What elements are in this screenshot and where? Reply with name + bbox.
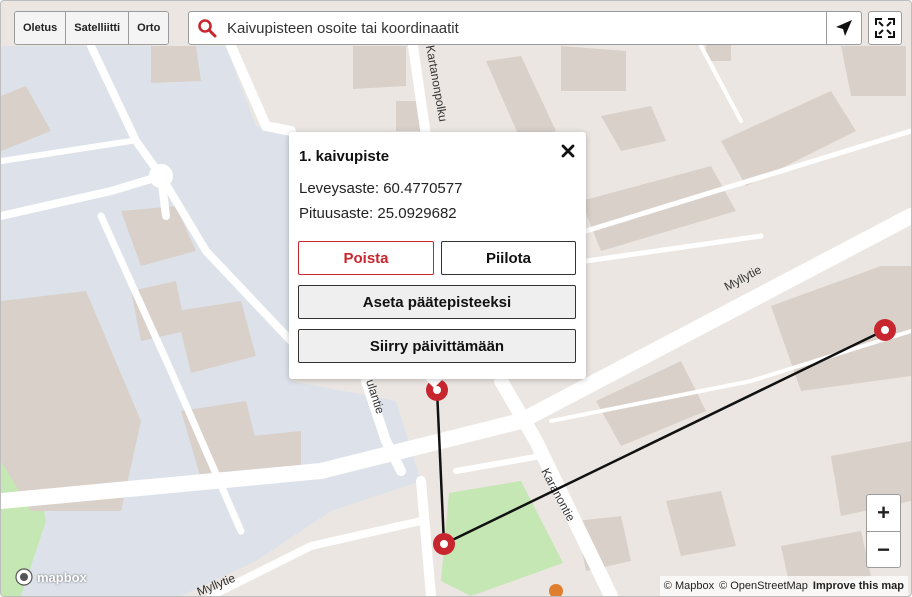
roundabout xyxy=(149,164,173,188)
zoom-out-button[interactable]: − xyxy=(867,532,900,567)
zoom-in-button[interactable]: + xyxy=(867,495,900,532)
move-update-button[interactable]: Siirry päivittämään xyxy=(298,329,576,363)
style-ortho-button[interactable]: Orto xyxy=(129,12,169,44)
search-icon xyxy=(198,19,217,38)
map-container: Kartanonpolku Myllytie Karanontie ulanti… xyxy=(0,0,912,597)
map-style-switcher: Oletus Satelliitti Orto xyxy=(14,11,170,45)
zoom-control: + − xyxy=(866,494,901,568)
longitude-text: Pituusaste: 25.0929682 xyxy=(299,205,457,222)
delete-button[interactable]: Poista xyxy=(298,241,434,275)
fullscreen-button[interactable] xyxy=(868,11,902,45)
latitude-text: Leveysaste: 60.4770577 xyxy=(299,180,463,197)
poi-icon xyxy=(549,584,563,596)
improve-map-link[interactable]: Improve this map xyxy=(813,580,904,592)
attribution: © Mapbox © OpenStreetMap Improve this ma… xyxy=(659,576,908,596)
mapbox-attribution-link[interactable]: © Mapbox xyxy=(664,580,714,592)
search-input[interactable] xyxy=(225,12,819,44)
style-satellite-button[interactable]: Satelliitti xyxy=(66,12,130,44)
search-bar xyxy=(188,11,862,45)
fullscreen-icon xyxy=(875,18,895,38)
osm-attribution-link[interactable]: © OpenStreetMap xyxy=(719,580,808,592)
mapbox-logo-icon xyxy=(15,568,33,586)
hide-button[interactable]: Piilota xyxy=(441,241,576,275)
style-default-button[interactable]: Oletus xyxy=(15,12,67,44)
mapbox-logo-text: mapbox xyxy=(37,569,87,585)
dig-point-marker[interactable] xyxy=(433,533,455,555)
close-icon[interactable] xyxy=(559,142,577,160)
dig-point-popup: 1. kaivupiste Leveysaste: 60.4770577 Pit… xyxy=(289,132,586,379)
locate-button[interactable] xyxy=(826,12,861,44)
set-endpoint-button[interactable]: Aseta päätepisteeksi xyxy=(298,285,576,319)
popup-title: 1. kaivupiste xyxy=(299,148,390,165)
dig-point-marker[interactable] xyxy=(874,319,896,341)
mapbox-logo[interactable]: mapbox xyxy=(15,568,87,586)
location-arrow-icon xyxy=(836,20,852,36)
popup-tip xyxy=(425,379,443,388)
